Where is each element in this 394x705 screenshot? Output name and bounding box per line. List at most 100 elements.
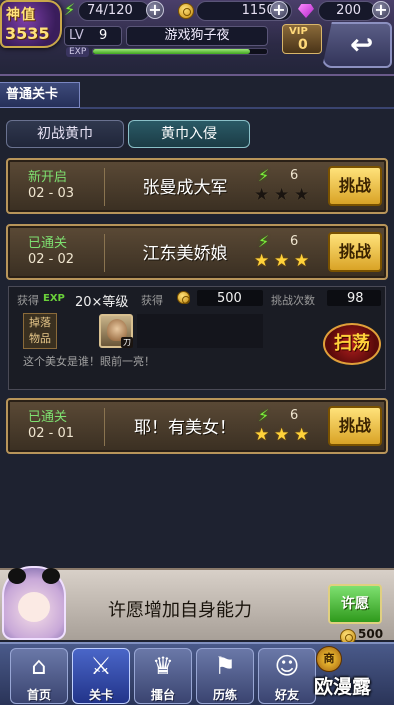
nav-arena-label: 擂台	[150, 688, 175, 702]
star-icon: ★	[274, 425, 290, 445]
energy-cost: 6	[290, 408, 299, 423]
nav-friends[interactable]: ☺ 好友	[258, 648, 316, 704]
stage-divider	[104, 168, 105, 206]
level-label: LV	[69, 28, 84, 43]
stage-status: 已通关	[28, 236, 68, 251]
vip-level: 0	[298, 37, 308, 53]
nav-training[interactable]: ⚑ 历练	[196, 648, 254, 704]
star-icon: ★	[274, 251, 290, 271]
panda-ear-icon	[42, 568, 60, 584]
level-value: 9	[99, 28, 108, 43]
stage-card-0202[interactable]: 已通关 02 - 02 江东美娇娘 ⚡ 6 ★ ★ ★ 挑战	[6, 224, 388, 280]
exp-gain-value: 20×等级	[75, 295, 129, 310]
drop-items-strip	[137, 314, 263, 348]
energy-value: 74/120	[87, 3, 133, 18]
attempts-value: 98	[347, 291, 364, 306]
player-name: 游戏狗子夜	[126, 26, 268, 46]
chapter-tab-2[interactable]: 黄巾入侵	[128, 120, 250, 148]
exp-gain-tag: EXP	[43, 293, 65, 304]
gem-icon	[298, 4, 314, 18]
combat-power-value: 3535	[5, 24, 50, 43]
nav-arena[interactable]: ♛ 擂台	[134, 648, 192, 704]
gold-coin-icon	[178, 3, 194, 19]
nav-training-label: 历练	[212, 688, 237, 702]
shop-badge[interactable]: 商	[316, 646, 342, 672]
star-icon: ★	[274, 185, 290, 205]
avatar-face	[18, 592, 50, 622]
challenge-button[interactable]: 挑战	[328, 406, 382, 446]
combat-power-badge[interactable]: 神值 3535	[0, 0, 62, 48]
drop-item-slot[interactable]: 刀	[99, 314, 133, 348]
back-button[interactable]: ↩	[322, 22, 392, 68]
attempts-label: 挑战次数	[271, 294, 315, 307]
nav-stages-label: 关卡	[88, 688, 113, 702]
make-wish-button[interactable]: 许愿	[328, 584, 382, 624]
drop-items-label: 掉落物品	[23, 313, 57, 349]
star-icon: ★	[254, 425, 270, 445]
challenge-button[interactable]: 挑战	[328, 232, 382, 272]
crossed-swords-icon: ⚔	[90, 652, 112, 680]
star-icon: ★	[294, 251, 310, 271]
exp-progress-bar	[92, 48, 268, 55]
stage-card-0201[interactable]: 已通关 02 - 01 耶！有美女！ ⚡ 6 ★ ★ ★ 挑战	[6, 398, 388, 454]
energy-counter: 74/120	[78, 1, 150, 21]
stage-card-0203[interactable]: 新开启 02 - 03 张曼成大军 ⚡ 6 ★ ★ ★ 挑战	[6, 158, 388, 214]
nav-home-label: 首页	[26, 688, 51, 702]
stage-number: 02 - 01	[28, 426, 75, 441]
sweep-button[interactable]: 扫荡	[323, 323, 381, 365]
home-icon: ⌂	[31, 652, 47, 680]
stage-number: 02 - 03	[28, 186, 75, 201]
stage-status: 新开启	[28, 170, 68, 185]
drop-item-tag: 刀	[121, 337, 133, 348]
star-icon: ★	[294, 425, 310, 445]
stage-divider	[104, 234, 105, 272]
star-icon: ★	[254, 185, 270, 205]
flag-icon: ⚑	[214, 652, 236, 680]
add-gem-button[interactable]: +	[372, 1, 390, 19]
section-divider	[80, 107, 394, 109]
panda-hat-girl-avatar[interactable]	[2, 566, 66, 640]
gold-gain-value: 500	[217, 291, 242, 306]
nav-home[interactable]: ⌂ 首页	[10, 648, 68, 704]
combat-power-label: 神值	[6, 7, 36, 23]
wish-prompt-text: 许愿增加自身能力	[108, 600, 252, 621]
nav-friends-label: 好友	[274, 688, 299, 702]
back-arrow-icon: ↩	[350, 28, 374, 61]
exp-label: EXP	[66, 47, 90, 57]
challenge-button[interactable]: 挑战	[328, 166, 382, 206]
stage-title: 江东美娇娘	[142, 244, 228, 264]
friends-icon: ☺	[274, 652, 300, 680]
energy-cost-icon: ⚡	[258, 232, 270, 251]
stage-title: 张曼成大军	[142, 178, 228, 198]
star-icon: ★	[294, 185, 310, 205]
nav-stages[interactable]: ⚔ 关卡	[72, 648, 130, 704]
stage-number: 02 - 02	[28, 252, 75, 267]
energy-cost: 6	[290, 234, 299, 249]
add-energy-button[interactable]: +	[146, 1, 164, 19]
panda-ear-icon	[8, 568, 26, 584]
energy-cost-icon: ⚡	[258, 406, 270, 425]
level-box: LV 9	[64, 26, 122, 46]
stage-divider	[104, 408, 105, 446]
chapter-tab-1[interactable]: 初战黄巾	[6, 120, 124, 148]
gem-value: 200	[336, 3, 361, 18]
gem-counter: 200	[318, 1, 376, 21]
stage-title: 耶！有美女！	[134, 418, 236, 438]
star-icon: ★	[254, 251, 270, 271]
gold-gain-label: 获得	[141, 294, 163, 307]
wish-cost: 500	[358, 627, 384, 641]
stage-description: 这个美女是谁！眼前一亮！	[23, 355, 155, 368]
stage-status: 已通关	[28, 410, 68, 425]
stage-detail-panel: 获得 EXP 20×等级 获得 500 挑战次数 98 掉落物品 刀 扫荡 这个…	[8, 286, 386, 390]
add-gold-button[interactable]: +	[270, 1, 288, 19]
section-title: 普通关卡	[0, 82, 80, 108]
energy-cost: 6	[290, 168, 299, 183]
gold-coin-icon	[177, 291, 190, 304]
exp-gain-label: 获得	[17, 294, 39, 307]
vip-label: VIP	[289, 26, 308, 37]
exp-progress-fill	[93, 49, 250, 54]
watermark-text: 欧漫露	[314, 676, 372, 698]
helmet-icon: ♛	[152, 652, 174, 680]
vip-badge[interactable]: VIP 0	[282, 24, 322, 54]
energy-bolt-icon: ⚡	[64, 0, 76, 19]
